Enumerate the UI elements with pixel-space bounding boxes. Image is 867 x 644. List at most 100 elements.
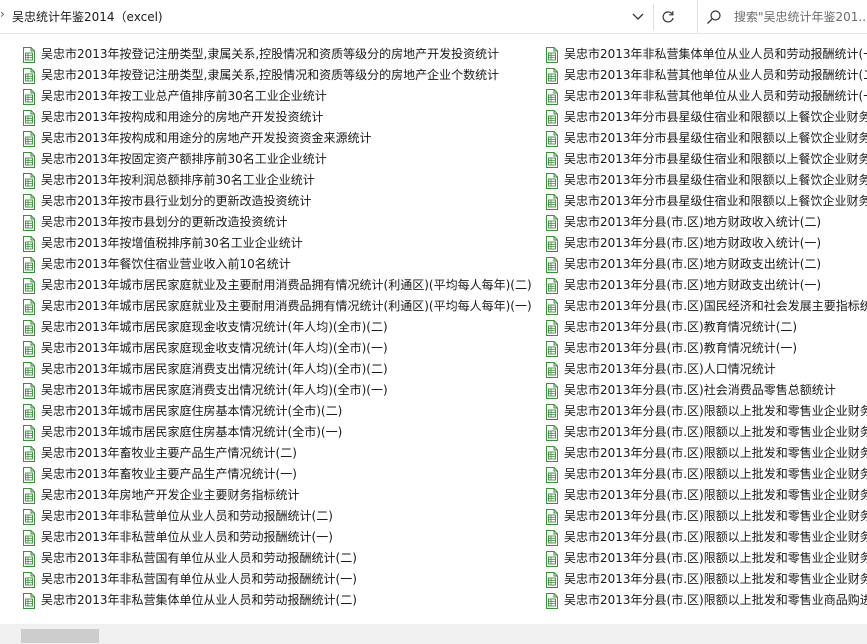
file-item[interactable]: 吴忠市2013年城市居民家庭现金收支情况统计(年人均)(全市)(二) [18, 317, 538, 338]
search-box[interactable] [697, 0, 867, 34]
file-item[interactable]: 吴忠市2013年餐饮住宿业营业收入前10名统计 [18, 254, 538, 275]
file-name: 吴忠市2013年非私营单位从业人员和劳动报酬统计(二) [41, 509, 333, 523]
file-item[interactable]: 吴忠市2013年城市居民家庭就业及主要耐用消费品拥有情况统计(利通区)(平均每人… [18, 275, 538, 296]
file-item[interactable]: 吴忠市2013年按登记注册类型,隶属关系,控股情况和资质等级分的房地产开发投资统… [18, 44, 538, 65]
file-item[interactable]: 吴忠市2013年按固定资产额排序前30名工业企业统计 [18, 149, 538, 170]
excel-file-icon [546, 361, 558, 378]
file-item[interactable]: 吴忠市2013年分县(市.区)国民经济和社会发展主要指标统 [541, 296, 867, 317]
horizontal-scrollbar[interactable] [0, 624, 867, 644]
file-item[interactable]: 吴忠市2013年畜牧业主要产品生产情况统计(二) [18, 443, 538, 464]
file-item[interactable]: 吴忠市2013年分市县星级住宿业和限额以上餐饮企业财务 [541, 128, 867, 149]
file-item[interactable]: 吴忠市2013年分县(市.区)限额以上批发和零售业企业财务 [541, 464, 867, 485]
path-separator-icon: › [0, 7, 5, 21]
excel-file-icon [23, 298, 35, 315]
breadcrumb-folder[interactable]: 吴忠统计年鉴2014（excel) [12, 8, 163, 25]
excel-file-icon [546, 88, 558, 105]
file-item[interactable]: 吴忠市2013年按登记注册类型,隶属关系,控股情况和资质等级分的房地产企业个数统… [18, 65, 538, 86]
file-item[interactable]: 吴忠市2013年城市居民家庭消费支出情况统计(年人均)(全市)(二) [18, 359, 538, 380]
file-item[interactable]: 吴忠市2013年非私营国有单位从业人员和劳动报酬统计(一) [18, 569, 538, 590]
file-name: 吴忠市2013年按利润总额排序前30名工业企业统计 [41, 173, 315, 187]
file-item[interactable]: 吴忠市2013年非私营单位从业人员和劳动报酬统计(一) [18, 527, 538, 548]
chevron-down-icon[interactable] [626, 6, 650, 28]
file-item[interactable]: 吴忠市2013年分县(市.区)限额以上批发和零售业企业财务 [541, 569, 867, 590]
excel-file-icon [546, 424, 558, 441]
file-name: 吴忠市2013年非私营集体单位从业人员和劳动报酬统计(一 [564, 47, 867, 61]
file-item[interactable]: 吴忠市2013年房地产开发企业主要财务指标统计 [18, 485, 538, 506]
file-item[interactable]: 吴忠市2013年城市居民家庭住房基本情况统计(全市)(二) [18, 401, 538, 422]
file-item[interactable]: 吴忠市2013年分市县星级住宿业和限额以上餐饮企业财务 [541, 107, 867, 128]
refresh-button[interactable] [654, 2, 682, 32]
excel-file-icon [23, 508, 35, 525]
excel-file-icon [23, 67, 35, 84]
address-bar: › 吴忠统计年鉴2014（excel) [0, 0, 867, 34]
file-item[interactable]: 吴忠市2013年按构成和用途分的房地产开发投资统计 [18, 107, 538, 128]
file-item[interactable]: 吴忠市2013年分县(市.区)限额以上批发和零售业企业财务 [541, 401, 867, 422]
search-input[interactable] [734, 6, 867, 28]
address-path[interactable]: › 吴忠统计年鉴2014（excel) [0, 0, 653, 34]
file-name: 吴忠市2013年分县(市.区)限额以上批发和零售业企业财务 [564, 425, 867, 439]
file-item[interactable]: 吴忠市2013年分县(市.区)限额以上批发和零售业企业财务 [541, 527, 867, 548]
file-name: 吴忠市2013年城市居民家庭住房基本情况统计(全市)(二) [41, 404, 343, 418]
file-item[interactable]: 吴忠市2013年按构成和用途分的房地产开发投资资金来源统计 [18, 128, 538, 149]
file-item[interactable]: 吴忠市2013年非私营集体单位从业人员和劳动报酬统计(一 [541, 44, 867, 65]
file-item[interactable]: 吴忠市2013年分县(市.区)限额以上批发和零售业商品购进 [541, 590, 867, 611]
file-item[interactable]: 吴忠市2013年非私营其他单位从业人员和劳动报酬统计(二 [541, 65, 867, 86]
file-name: 吴忠市2013年分市县星级住宿业和限额以上餐饮企业财务 [564, 194, 867, 208]
excel-file-icon [546, 298, 558, 315]
excel-file-icon [546, 214, 558, 231]
file-item[interactable]: 吴忠市2013年分市县星级住宿业和限额以上餐饮企业财务 [541, 191, 867, 212]
file-name: 吴忠市2013年按市县行业划分的更新改造投资统计 [41, 194, 312, 208]
excel-file-icon [546, 487, 558, 504]
excel-file-icon [546, 508, 558, 525]
file-item[interactable]: 吴忠市2013年畜牧业主要产品生产情况统计(一) [18, 464, 538, 485]
excel-file-icon [23, 340, 35, 357]
file-item[interactable]: 吴忠市2013年非私营单位从业人员和劳动报酬统计(二) [18, 506, 538, 527]
file-item[interactable]: 吴忠市2013年非私营集体单位从业人员和劳动报酬统计(二) [18, 590, 538, 611]
file-item[interactable]: 吴忠市2013年按市县行业划分的更新改造投资统计 [18, 191, 538, 212]
file-item[interactable]: 吴忠市2013年城市居民家庭住房基本情况统计(全市)(一) [18, 422, 538, 443]
file-item[interactable]: 吴忠市2013年城市居民家庭就业及主要耐用消费品拥有情况统计(利通区)(平均每人… [18, 296, 538, 317]
file-name: 吴忠市2013年分县(市.区)限额以上批发和零售业企业财务 [564, 488, 867, 502]
file-item[interactable]: 吴忠市2013年城市居民家庭现金收支情况统计(年人均)(全市)(一) [18, 338, 538, 359]
file-item[interactable]: 吴忠市2013年分县(市.区)限额以上批发和零售业企业财务 [541, 443, 867, 464]
file-item[interactable]: 吴忠市2013年城市居民家庭消费支出情况统计(年人均)(全市)(一) [18, 380, 538, 401]
excel-file-icon [23, 487, 35, 504]
excel-file-icon [23, 130, 35, 147]
file-item[interactable]: 吴忠市2013年按工业总产值排序前30名工业企业统计 [18, 86, 538, 107]
excel-file-icon [23, 382, 35, 399]
excel-file-icon [23, 193, 35, 210]
excel-file-icon [23, 277, 35, 294]
file-item[interactable]: 吴忠市2013年按增值税排序前30名工业企业统计 [18, 233, 538, 254]
file-item[interactable]: 吴忠市2013年分县(市.区)教育情况统计(一) [541, 338, 867, 359]
excel-file-icon [546, 130, 558, 147]
file-name: 吴忠市2013年城市居民家庭现金收支情况统计(年人均)(全市)(二) [41, 320, 388, 334]
excel-file-icon [23, 256, 35, 273]
excel-file-icon [23, 319, 35, 336]
scrollbar-thumb[interactable] [21, 629, 99, 643]
file-item[interactable]: 吴忠市2013年分县(市.区)地方财政收入统计(二) [541, 212, 867, 233]
file-item[interactable]: 吴忠市2013年分县(市.区)地方财政支出统计(二) [541, 254, 867, 275]
file-name: 吴忠市2013年分县(市.区)限额以上批发和零售业企业财务 [564, 509, 867, 523]
file-item[interactable]: 吴忠市2013年分县(市.区)地方财政收入统计(一) [541, 233, 867, 254]
file-item[interactable]: 吴忠市2013年分县(市.区)社会消费品零售总额统计 [541, 380, 867, 401]
file-item[interactable]: 吴忠市2013年非私营国有单位从业人员和劳动报酬统计(二) [18, 548, 538, 569]
file-item[interactable]: 吴忠市2013年分市县星级住宿业和限额以上餐饮企业财务 [541, 149, 867, 170]
file-name: 吴忠市2013年按登记注册类型,隶属关系,控股情况和资质等级分的房地产企业个数统… [41, 68, 500, 82]
file-item[interactable]: 吴忠市2013年按利润总额排序前30名工业企业统计 [18, 170, 538, 191]
file-item[interactable]: 吴忠市2013年按市县划分的更新改造投资统计 [18, 212, 538, 233]
file-item[interactable]: 吴忠市2013年分县(市.区)地方财政支出统计(一) [541, 275, 867, 296]
file-item[interactable]: 吴忠市2013年分市县星级住宿业和限额以上餐饮企业财务 [541, 170, 867, 191]
file-item[interactable]: 吴忠市2013年分县(市.区)人口情况统计 [541, 359, 867, 380]
file-name: 吴忠市2013年房地产开发企业主要财务指标统计 [41, 488, 300, 502]
file-item[interactable]: 吴忠市2013年分县(市.区)教育情况统计(二) [541, 317, 867, 338]
file-item[interactable]: 吴忠市2013年非私营其他单位从业人员和劳动报酬统计(一 [541, 86, 867, 107]
excel-file-icon [23, 88, 35, 105]
file-item[interactable]: 吴忠市2013年分县(市.区)限额以上批发和零售业企业财务 [541, 422, 867, 443]
file-item[interactable]: 吴忠市2013年分县(市.区)限额以上批发和零售业企业财务 [541, 548, 867, 569]
excel-file-icon [546, 256, 558, 273]
file-name: 吴忠市2013年畜牧业主要产品生产情况统计(一) [41, 467, 297, 481]
file-list-view: 吴忠市2013年按登记注册类型,隶属关系,控股情况和资质等级分的房地产开发投资统… [0, 34, 867, 624]
file-name: 吴忠市2013年城市居民家庭消费支出情况统计(年人均)(全市)(一) [41, 383, 388, 397]
file-item[interactable]: 吴忠市2013年分县(市.区)限额以上批发和零售业企业财务 [541, 485, 867, 506]
file-item[interactable]: 吴忠市2013年分县(市.区)限额以上批发和零售业企业财务 [541, 506, 867, 527]
